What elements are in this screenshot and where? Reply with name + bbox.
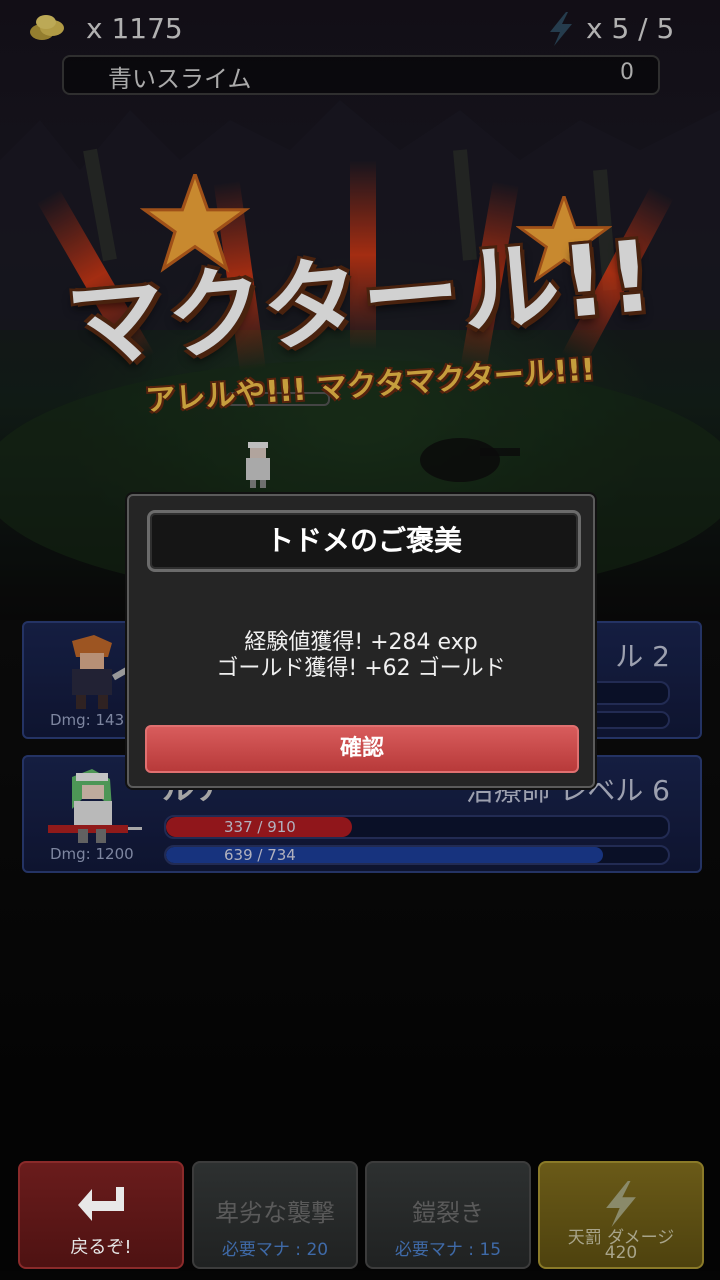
confirm-button[interactable]: 確認 <box>145 725 579 773</box>
skill-name: 鎧裂き <box>412 1199 484 1227</box>
ultimate-damage: 420 <box>604 1243 638 1263</box>
skill-cost: 必要マナ : 15 <box>394 1240 502 1260</box>
ultimate-button[interactable]: 天罰 ダメージ 420 <box>538 1161 704 1269</box>
back-button[interactable]: 戻るぞ! <box>18 1161 184 1269</box>
skill-button-armor-break[interactable]: 鎧裂き 必要マナ : 15 <box>365 1161 531 1269</box>
skill-cost: 必要マナ : 20 <box>221 1240 329 1260</box>
gold-reward-text: ゴールド獲得! +62 ゴールド <box>216 656 506 681</box>
skill-name: 卑劣な襲撃 <box>215 1199 335 1227</box>
lightning-bolt-icon <box>606 1181 636 1227</box>
reward-dialog: トドメのご褒美 経験値獲得! +284 exp ゴールド獲得! +62 ゴールド… <box>127 494 595 788</box>
skill-button-sneak-attack[interactable]: 卑劣な襲撃 必要マナ : 20 <box>192 1161 358 1269</box>
return-arrow-icon <box>78 1187 124 1221</box>
back-label: 戻るぞ! <box>70 1237 132 1258</box>
dialog-title: トドメのご褒美 <box>147 510 581 572</box>
